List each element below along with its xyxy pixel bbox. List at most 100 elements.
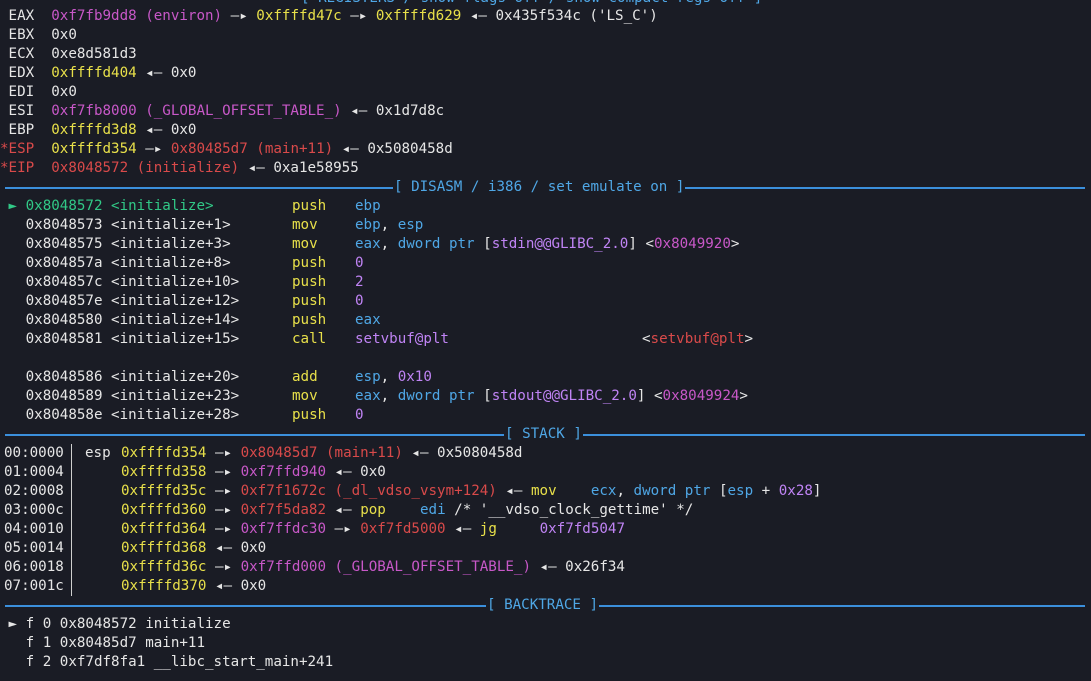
disasm-row[interactable]: 0x8048581 <initialize+15>: [0, 330, 240, 349]
stack-value: 0xffffd370: [121, 578, 207, 594]
stack-entry[interactable]: 0xffffd360 —▸ 0xf7f5da82 ◂— pop edi /* '…: [121, 501, 693, 520]
disasm-row[interactable]: 0x804857c <initialize+10>: [0, 273, 240, 292]
disasm-annotation: <setvbuf@plt>: [642, 330, 753, 349]
disasm-mnemonic: mov: [292, 217, 318, 233]
operand: >: [730, 236, 740, 252]
stack-offset: 04:0010: [4, 521, 64, 537]
register-row: EDX 0xffffd404 ◂— 0x0: [0, 64, 197, 83]
operand: ] <: [628, 236, 654, 252]
stack-entry[interactable]: 0xffffd35c —▸ 0xf7f1672c (_dl_vdso_vsym+…: [121, 482, 821, 501]
disasm-mnemonic: push: [292, 312, 327, 328]
operand: stdin@@GLIBC_2.0: [491, 236, 629, 252]
register-changed-flag: [0, 84, 9, 100]
operand: ,: [380, 236, 398, 252]
backtrace-frame[interactable]: ► f 0 0x8048572 initialize: [0, 615, 231, 634]
frame-text: f 2 0xf7df8fa1 __libc_start_main+241: [25, 654, 334, 670]
frame-arrow-icon: [0, 635, 26, 651]
disasm-row[interactable]: ► 0x8048572 <initialize>: [0, 197, 214, 216]
operand: ebp: [355, 217, 381, 233]
disasm-operands: eax, dword ptr [stdout@@GLIBC_2.0] <0x80…: [355, 387, 748, 406]
stack-entry[interactable]: 0xffffd354 —▸ 0x80485d7 (main+11) ◂— 0x5…: [121, 444, 522, 463]
register-name: EAX: [8, 8, 43, 24]
register-gap: [43, 103, 52, 119]
stack-entry[interactable]: 0xffffd364 —▸ 0xf7ffdc30 —▸ 0xf7fd5000 ◂…: [121, 520, 625, 539]
register-changed-flag: *: [0, 160, 9, 176]
register-gap: [43, 65, 52, 81]
stack-value: 0xffffd36c: [121, 559, 207, 575]
stack-value: —▸: [206, 521, 241, 537]
disasm-operands: 0: [355, 254, 364, 273]
operand: stdout@@GLIBC_2.0: [491, 388, 637, 404]
disasm-header: [ DISASM / i386 / set emulate on ]: [5, 178, 1085, 197]
stack-value: —▸: [326, 521, 361, 537]
stack-offset: 01:0004: [4, 464, 64, 480]
stack-value: 0x80485d7 (main+11): [240, 445, 403, 461]
stack-value: 0xffffd368: [121, 540, 207, 556]
disasm-operands: esp, 0x10: [355, 368, 432, 387]
stack-value: [497, 521, 540, 537]
operand: ,: [380, 369, 398, 385]
stack-value: ◂—: [445, 521, 480, 537]
stack-value: 0xffffd35c: [121, 483, 207, 499]
register-gap: [43, 160, 52, 176]
stack-entry[interactable]: 0xffffd370 ◂— 0x0: [121, 577, 266, 596]
operand: [: [474, 236, 492, 252]
disasm-address: 0x804858e <initialize+28>: [25, 407, 240, 423]
register-gap: [43, 122, 52, 138]
disasm-row[interactable]: 0x804857e <initialize+12>: [0, 292, 240, 311]
disasm-header-title: [ DISASM / i386 / set emulate on ]: [393, 178, 686, 197]
stack-value: pop: [360, 502, 386, 518]
stack-entry[interactable]: 0xffffd368 ◂— 0x0: [121, 539, 266, 558]
disasm-row[interactable]: 0x8048586 <initialize+20>: [0, 368, 240, 387]
backtrace-header-title: [ BACKTRACE ]: [486, 596, 600, 615]
stack-entry[interactable]: 0xffffd358 —▸ 0xf7ffd940 ◂— 0x0: [121, 463, 386, 482]
stack-entry[interactable]: 0xffffd36c —▸ 0xf7ffd000 (_GLOBAL_OFFSET…: [121, 558, 625, 577]
stack-value: ◂— 0x0: [326, 464, 386, 480]
disasm-row[interactable]: 0x8048573 <initialize+1>: [0, 216, 231, 235]
stack-value: 0xf7ffdc30: [240, 521, 327, 537]
disasm-row[interactable]: 0x8048580 <initialize+14>: [0, 311, 240, 330]
stack-value: 0xf7ffd000 (_GLOBAL_OFFSET_TABLE_): [240, 559, 532, 575]
operand: 0: [355, 255, 364, 271]
stack-value: ,: [616, 483, 634, 499]
stack-value: /* '__vdso_clock_gettime' */: [445, 502, 694, 518]
register-value: 0x80485d7 (main+11): [170, 141, 334, 157]
stack-value: —▸: [206, 559, 241, 575]
register-gap: [43, 8, 52, 24]
register-value: 0xf7fb8000 (_GLOBAL_OFFSET_TABLE_): [51, 103, 342, 119]
register-gap: [43, 46, 52, 62]
stack-header-title: [ STACK ]: [504, 425, 583, 444]
disasm-address: 0x8048589 <initialize+23>: [25, 388, 240, 404]
annotation-part: <: [642, 331, 651, 347]
stack-offset: 07:001c: [4, 578, 64, 594]
disasm-address: 0x8048575 <initialize+3>: [25, 236, 231, 252]
disasm-row[interactable]: 0x804857a <initialize+8>: [0, 254, 231, 273]
register-row: EBX 0x0: [0, 26, 77, 45]
disasm-row[interactable]: 0x8048575 <initialize+3>: [0, 235, 231, 254]
register-name: EBP: [8, 122, 43, 138]
backtrace-frame[interactable]: f 2 0xf7df8fa1 __libc_start_main+241: [0, 653, 334, 672]
register-changed-flag: [0, 8, 9, 24]
disasm-mnemonic: mov: [292, 236, 318, 252]
stack-value: [557, 483, 591, 499]
disasm-operands: ebp, esp: [355, 216, 423, 235]
disasm-operands: 0: [355, 292, 364, 311]
disasm-mnemonic: add: [292, 369, 318, 385]
stack-header: [ STACK ]: [5, 425, 1085, 444]
register-changed-flag: [0, 103, 9, 119]
register-value: 0x0: [51, 27, 77, 43]
register-value: 0x0: [51, 84, 77, 100]
stack-value: —▸: [206, 445, 241, 461]
operand: ] <: [636, 388, 663, 404]
operand: eax: [355, 388, 381, 404]
disasm-row[interactable]: 0x8048589 <initialize+23>: [0, 387, 240, 406]
register-gap: [43, 84, 52, 100]
backtrace-frame[interactable]: f 1 0x80485d7 main+11: [0, 634, 205, 653]
operand: 0: [355, 293, 364, 309]
current-instruction-arrow-icon: [0, 312, 26, 328]
register-row: ECX 0xe8d581d3: [0, 45, 137, 64]
disasm-operands: setvbuf@plt: [355, 330, 449, 349]
disasm-row[interactable]: 0x804858e <initialize+28>: [0, 406, 240, 425]
register-value: 0xffffd629: [375, 8, 462, 24]
stack-value: jg: [479, 521, 497, 537]
